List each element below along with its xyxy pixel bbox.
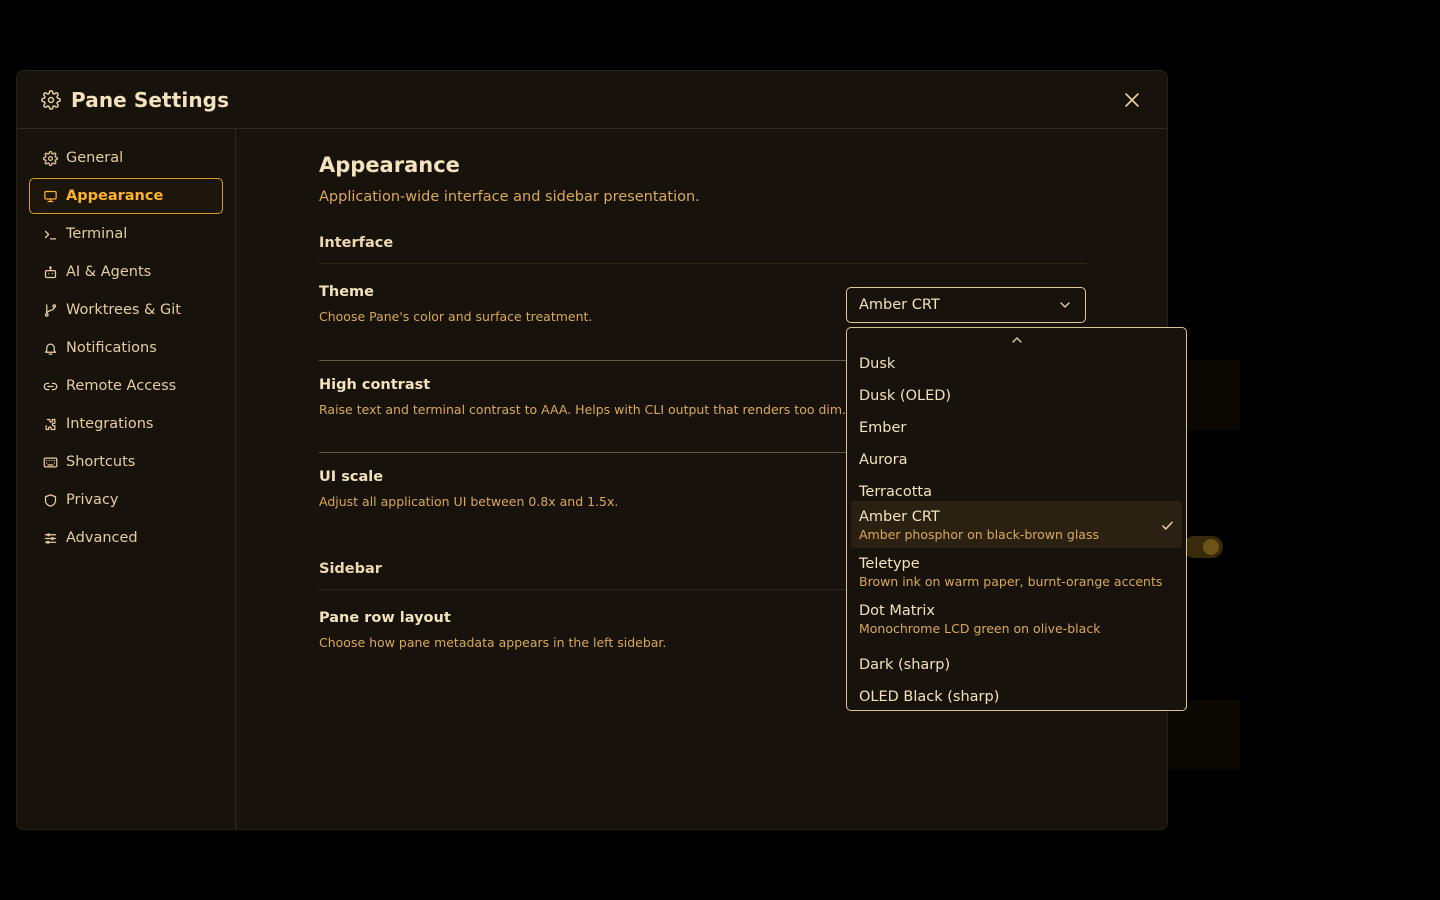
sidebar-item-privacy[interactable]: Privacy bbox=[29, 482, 223, 518]
theme-option-aurora[interactable]: Aurora bbox=[851, 444, 1182, 476]
scroll-up-indicator[interactable] bbox=[847, 334, 1186, 348]
checkmark-icon bbox=[1161, 517, 1174, 536]
terminal-prompt-icon bbox=[42, 226, 58, 242]
theme-select-value: Amber CRT bbox=[859, 297, 940, 313]
sidebar-item-shortcuts[interactable]: Shortcuts bbox=[29, 444, 223, 480]
settings-sidebar: General Appearance Terminal AI & Agents … bbox=[17, 129, 236, 829]
section-divider bbox=[319, 263, 1087, 264]
section-heading-interface: Interface bbox=[319, 235, 394, 251]
sidebar-item-label: Worktrees & Git bbox=[66, 302, 181, 318]
sidebar-item-worktrees-git[interactable]: Worktrees & Git bbox=[29, 292, 223, 328]
sidebar-item-general[interactable]: General bbox=[29, 140, 223, 176]
sidebar-item-label: Advanced bbox=[66, 530, 138, 546]
option-label: Dark (sharp) bbox=[859, 657, 951, 673]
sidebar-item-ai-agents[interactable]: AI & Agents bbox=[29, 254, 223, 290]
close-button[interactable] bbox=[1121, 89, 1143, 111]
sidebar-item-label: Remote Access bbox=[66, 378, 177, 394]
page-subtitle: Application-wide interface and sidebar p… bbox=[319, 189, 700, 205]
option-label: Teletype bbox=[859, 556, 920, 572]
theme-option-dot-matrix[interactable]: Dot Matrix Monochrome LCD green on olive… bbox=[851, 595, 1182, 642]
theme-setting-title: Theme bbox=[319, 284, 374, 300]
ui-scale-setting-title: UI scale bbox=[319, 469, 384, 485]
close-icon bbox=[1125, 93, 1139, 107]
theme-dropdown-list: Dusk Dusk (OLED) Ember Aurora Terracotta… bbox=[846, 327, 1187, 711]
sidebar-item-label: Shortcuts bbox=[66, 454, 136, 470]
gear-icon bbox=[42, 150, 58, 166]
option-description: Monochrome LCD green on olive-black bbox=[859, 621, 1101, 636]
chevron-up-icon bbox=[1011, 334, 1023, 348]
sidebar-item-advanced[interactable]: Advanced bbox=[29, 520, 223, 556]
keyboard-icon bbox=[42, 454, 58, 470]
shield-icon bbox=[42, 492, 58, 508]
option-label: Dusk bbox=[859, 356, 896, 372]
high-contrast-setting-title: High contrast bbox=[319, 377, 431, 393]
pane-row-layout-setting-title: Pane row layout bbox=[319, 610, 451, 626]
option-description: Brown ink on warm paper, burnt-orange ac… bbox=[859, 574, 1163, 589]
robot-icon bbox=[42, 264, 58, 280]
sliders-icon bbox=[42, 530, 58, 546]
theme-setting-description: Choose Pane's color and surface treatmen… bbox=[319, 309, 593, 324]
option-label: Aurora bbox=[859, 452, 908, 468]
theme-option-dusk-oled[interactable]: Dusk (OLED) bbox=[851, 380, 1182, 412]
section-heading-sidebar: Sidebar bbox=[319, 561, 382, 577]
sidebar-item-label: AI & Agents bbox=[66, 264, 152, 280]
option-description: Amber phosphor on black-brown glass bbox=[859, 527, 1099, 542]
sidebar-item-notifications[interactable]: Notifications bbox=[29, 330, 223, 366]
pane-row-layout-setting-description: Choose how pane metadata appears in the … bbox=[319, 635, 667, 650]
link-icon bbox=[42, 378, 58, 394]
option-label: Dot Matrix bbox=[859, 603, 935, 619]
theme-option-amber-crt[interactable]: Amber CRT Amber phosphor on black-brown … bbox=[851, 501, 1182, 548]
sidebar-item-label: Terminal bbox=[66, 226, 128, 242]
ui-scale-setting-description: Adjust all application UI between 0.8x a… bbox=[319, 494, 619, 509]
option-label: Terracotta bbox=[859, 484, 932, 500]
sidebar-item-label: General bbox=[66, 150, 124, 166]
dialog-title: Pane Settings bbox=[71, 87, 230, 112]
background-toggle-knob bbox=[1203, 539, 1219, 555]
sidebar-item-appearance[interactable]: Appearance bbox=[29, 178, 223, 214]
sidebar-item-label: Notifications bbox=[66, 340, 157, 356]
sidebar-item-remote-access[interactable]: Remote Access bbox=[29, 368, 223, 404]
sidebar-item-label: Appearance bbox=[66, 188, 164, 204]
monitor-icon bbox=[42, 188, 58, 204]
sidebar-item-integrations[interactable]: Integrations bbox=[29, 406, 223, 442]
theme-select[interactable]: Amber CRT bbox=[846, 287, 1086, 323]
git-branch-icon bbox=[42, 302, 58, 318]
theme-option-teletype[interactable]: Teletype Brown ink on warm paper, burnt-… bbox=[851, 548, 1182, 595]
dialog-header: Pane Settings bbox=[17, 71, 1167, 129]
option-label: OLED Black (sharp) bbox=[859, 689, 1000, 705]
theme-option-dusk[interactable]: Dusk bbox=[851, 348, 1182, 380]
gear-icon bbox=[41, 89, 61, 110]
theme-option-oled-black-sharp[interactable]: OLED Black (sharp) bbox=[851, 681, 1182, 710]
option-label: Ember bbox=[859, 420, 907, 436]
sidebar-item-label: Integrations bbox=[66, 416, 154, 432]
bell-icon bbox=[42, 340, 58, 356]
chevron-down-icon bbox=[1059, 299, 1071, 315]
theme-option-ember[interactable]: Ember bbox=[851, 412, 1182, 444]
high-contrast-setting-description: Raise text and terminal contrast to AAA.… bbox=[319, 402, 847, 417]
option-label: Dusk (OLED) bbox=[859, 388, 952, 404]
sidebar-item-label: Privacy bbox=[66, 492, 119, 508]
option-label: Amber CRT bbox=[859, 509, 940, 525]
sidebar-item-terminal[interactable]: Terminal bbox=[29, 216, 223, 252]
theme-option-dark-sharp[interactable]: Dark (sharp) bbox=[851, 649, 1182, 681]
puzzle-icon bbox=[42, 416, 58, 432]
page-title: Appearance bbox=[319, 153, 460, 177]
